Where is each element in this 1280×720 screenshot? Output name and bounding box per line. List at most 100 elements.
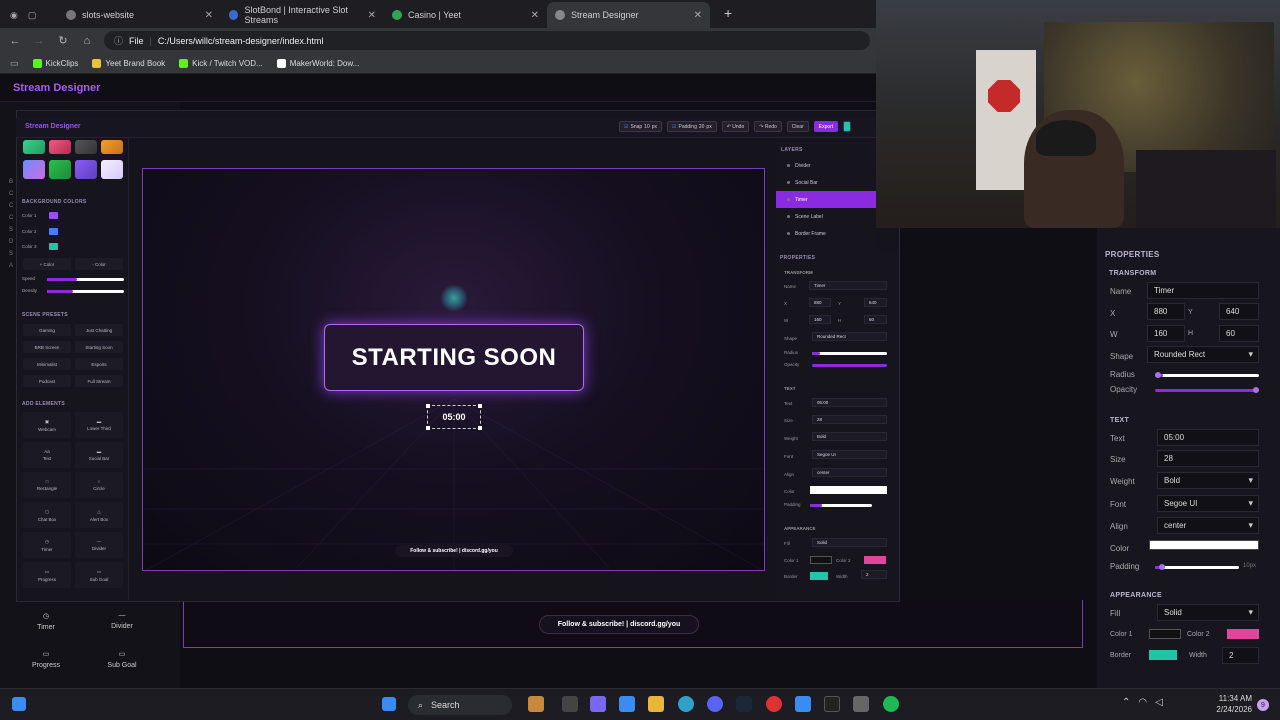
app-icon[interactable] <box>853 696 869 712</box>
task-view-icon[interactable] <box>562 696 578 712</box>
color2-swatch[interactable] <box>864 556 886 564</box>
bookmark-makerworld[interactable]: MakerWorld: Dow... <box>276 58 359 68</box>
size-field[interactable]: 28 <box>1157 450 1259 467</box>
add-lower-third-tile[interactable]: ▬ Lower Third <box>75 412 123 438</box>
color-swatch[interactable] <box>48 212 58 219</box>
close-icon[interactable]: ✕ <box>368 10 376 21</box>
home-icon[interactable]: ⌂ <box>80 35 94 47</box>
apps-icon[interactable]: ▭ <box>10 58 19 69</box>
text-field[interactable]: 05:00 <box>812 398 887 407</box>
y-field[interactable]: 640 <box>864 298 887 307</box>
profile-icon[interactable]: ◉ <box>10 10 18 21</box>
teams-icon[interactable] <box>590 696 606 712</box>
add-divider-tile-inner[interactable]: — Divider <box>75 532 123 558</box>
notepad-icon[interactable] <box>795 696 811 712</box>
theme-swatch[interactable] <box>101 160 123 179</box>
layer-divider[interactable]: Divider <box>776 157 876 174</box>
reload-icon[interactable]: ↻ <box>56 34 70 47</box>
forward-icon[interactable]: → <box>32 35 46 47</box>
wifi-icon[interactable]: ◠ <box>1138 697 1147 708</box>
remove-color-button[interactable]: - Color <box>75 258 123 270</box>
clear-button[interactable]: Clear <box>786 121 809 132</box>
color-swatch[interactable] <box>48 243 58 250</box>
spotify-icon[interactable] <box>883 696 899 712</box>
align-select[interactable]: center <box>812 468 887 477</box>
radius-slider[interactable] <box>812 352 887 355</box>
theme-swatch[interactable] <box>75 160 97 179</box>
canvas-social-bar[interactable]: Follow & subscribe! | discord.gg/you <box>395 545 513 557</box>
padding-slider-track[interactable] <box>1155 566 1239 569</box>
border-width-field[interactable]: 2 <box>1222 647 1259 664</box>
color-swatch[interactable] <box>48 228 58 235</box>
search-highlight-icon[interactable] <box>528 696 544 712</box>
name-field[interactable]: Timer <box>809 281 887 290</box>
resize-handle[interactable] <box>478 426 482 430</box>
resize-handle[interactable] <box>426 404 430 408</box>
name-field[interactable]: Timer <box>1147 282 1259 299</box>
radius-slider-knob[interactable] <box>1155 372 1161 378</box>
starting-soon-banner[interactable]: STARTING SOON <box>324 324 584 391</box>
add-webcam-tile[interactable]: ▣ Webcam <box>23 412 71 438</box>
h-field[interactable]: 60 <box>864 315 887 324</box>
font-select[interactable]: Segoe UI <box>1157 495 1259 512</box>
preset-brb[interactable]: BRB Screen <box>23 341 71 353</box>
tab-slots-website[interactable]: slots-website ✕ <box>58 2 221 28</box>
close-icon[interactable]: ✕ <box>531 10 539 21</box>
text-color-swatch[interactable] <box>1149 540 1259 550</box>
add-timer-tile-inner[interactable]: ◷ Timer <box>23 532 71 558</box>
terminal-icon[interactable] <box>824 696 840 712</box>
undo-button[interactable]: ↶ Undo <box>721 121 750 132</box>
color2-swatch[interactable] <box>1227 629 1259 639</box>
preset-full-stream[interactable]: Full Stream <box>75 375 123 387</box>
theme-swatch[interactable] <box>49 140 71 154</box>
add-divider-tile[interactable]: — Divider <box>86 604 158 638</box>
fill-select[interactable]: Solid <box>812 538 887 547</box>
widgets-icon[interactable] <box>12 697 26 711</box>
tab-stream-designer[interactable]: Stream Designer ✕ <box>547 2 710 28</box>
layer-border-frame[interactable]: Border Frame <box>776 225 876 242</box>
theme-swatch[interactable] <box>23 140 45 154</box>
weight-select[interactable]: Bold <box>812 432 887 441</box>
layer-scene-label[interactable]: Scene Label <box>776 208 876 225</box>
border-color-swatch[interactable] <box>810 572 828 580</box>
new-tab-button[interactable]: + <box>710 5 732 28</box>
preset-gaming[interactable]: Gaming <box>23 324 71 336</box>
x-field[interactable]: 880 <box>809 298 831 307</box>
taskbar-search[interactable]: ⌕ Search <box>408 695 512 715</box>
tab-actions-icon[interactable]: ▢ <box>28 10 37 21</box>
theme-swatch[interactable] <box>75 140 97 154</box>
preset-just-chatting[interactable]: Just Chatting <box>75 324 123 336</box>
theme-swatch[interactable] <box>101 140 123 154</box>
add-alert-box-tile[interactable]: △ Alert Box <box>75 502 123 528</box>
layer-social-bar[interactable]: Social Bar <box>776 174 876 191</box>
w-field[interactable]: 160 <box>1147 325 1185 342</box>
y-field[interactable]: 640 <box>1219 303 1259 320</box>
add-progress-tile[interactable]: ▭ Progress <box>10 642 82 676</box>
opacity-slider[interactable] <box>812 364 887 367</box>
padding-toggle[interactable]: ☑ Padding 20 px <box>667 121 717 132</box>
add-circle-tile[interactable]: ○ Circle <box>75 472 123 498</box>
color1-swatch[interactable] <box>810 556 832 564</box>
text-color-swatch[interactable] <box>810 486 887 494</box>
opacity-slider-knob[interactable] <box>1253 387 1259 393</box>
store-icon[interactable] <box>619 696 635 712</box>
tab-casino-yeet[interactable]: Casino | Yeet ✕ <box>384 2 547 28</box>
theme-swatch[interactable] <box>49 160 71 179</box>
add-social-bar-tile[interactable]: ▬ Social Bar <box>75 442 123 468</box>
tab-slotbond[interactable]: SlotBond | Interactive Slot Streams ✕ <box>221 2 384 28</box>
volume-icon[interactable]: ◁ <box>1155 697 1163 708</box>
bookmark-kickclips[interactable]: KickClips <box>32 58 78 68</box>
border-color-swatch[interactable] <box>1149 650 1177 660</box>
start-icon[interactable] <box>382 697 396 711</box>
w-field[interactable]: 160 <box>809 315 831 324</box>
add-subgoal-tile[interactable]: ▭ Sub Goal <box>86 642 158 676</box>
export-button[interactable]: Export <box>813 121 839 132</box>
extra-button[interactable] <box>843 121 852 132</box>
font-select[interactable]: Segoe UI <box>812 450 887 459</box>
size-field[interactable]: 28 <box>812 415 887 424</box>
preset-starting-soon[interactable]: Starting Soon <box>75 341 123 353</box>
align-select[interactable]: center <box>1157 517 1259 534</box>
add-timer-tile[interactable]: ◷ Timer <box>10 604 82 638</box>
edge-icon[interactable] <box>678 696 694 712</box>
discord-icon[interactable] <box>707 696 723 712</box>
